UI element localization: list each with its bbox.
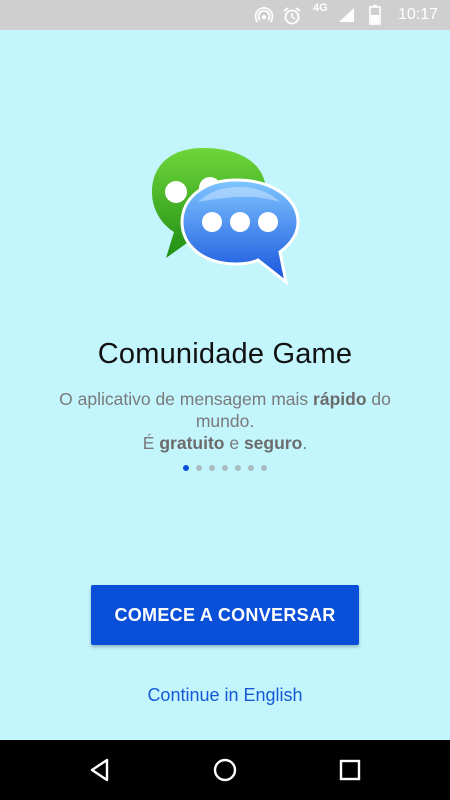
continue-in-english-link[interactable]: Continue in English [0, 685, 450, 706]
network-type-label: 4G [313, 2, 328, 14]
battery-icon [369, 5, 381, 25]
chat-bubbles-logo-icon [152, 148, 300, 286]
page-dot [248, 465, 254, 471]
alarm-icon [283, 7, 301, 25]
page-dot [196, 465, 202, 471]
tagline-bold-secure: seguro [243, 433, 303, 453]
tagline-text: O aplicativo de mensagem mais [59, 389, 314, 409]
status-bar: 4G 10:17 [0, 0, 450, 30]
tagline-text: . [302, 433, 308, 453]
signal-icon [339, 8, 354, 22]
hotspot-icon [255, 7, 273, 23]
page-dot-active [183, 465, 189, 471]
tagline-text: e [224, 433, 244, 453]
page-dot [222, 465, 228, 471]
tagline-bold-fast: rápido [313, 389, 367, 409]
recents-icon[interactable] [334, 754, 366, 786]
navigation-bar [0, 740, 450, 800]
page-dot [235, 465, 241, 471]
page-dot [261, 465, 267, 471]
home-icon[interactable] [209, 754, 241, 786]
app-title: Comunidade Game [97, 338, 353, 370]
page-indicator [0, 465, 450, 471]
tagline-bold-free: gratuito [159, 433, 225, 453]
start-chatting-button[interactable]: COMECE A CONVERSAR [91, 585, 359, 645]
status-time: 10:17 [397, 6, 438, 23]
tagline-text: É [142, 433, 160, 453]
back-icon[interactable] [84, 754, 116, 786]
app-tagline: O aplicativo de mensagem mais rápido do … [40, 388, 410, 454]
page-dot [209, 465, 215, 471]
